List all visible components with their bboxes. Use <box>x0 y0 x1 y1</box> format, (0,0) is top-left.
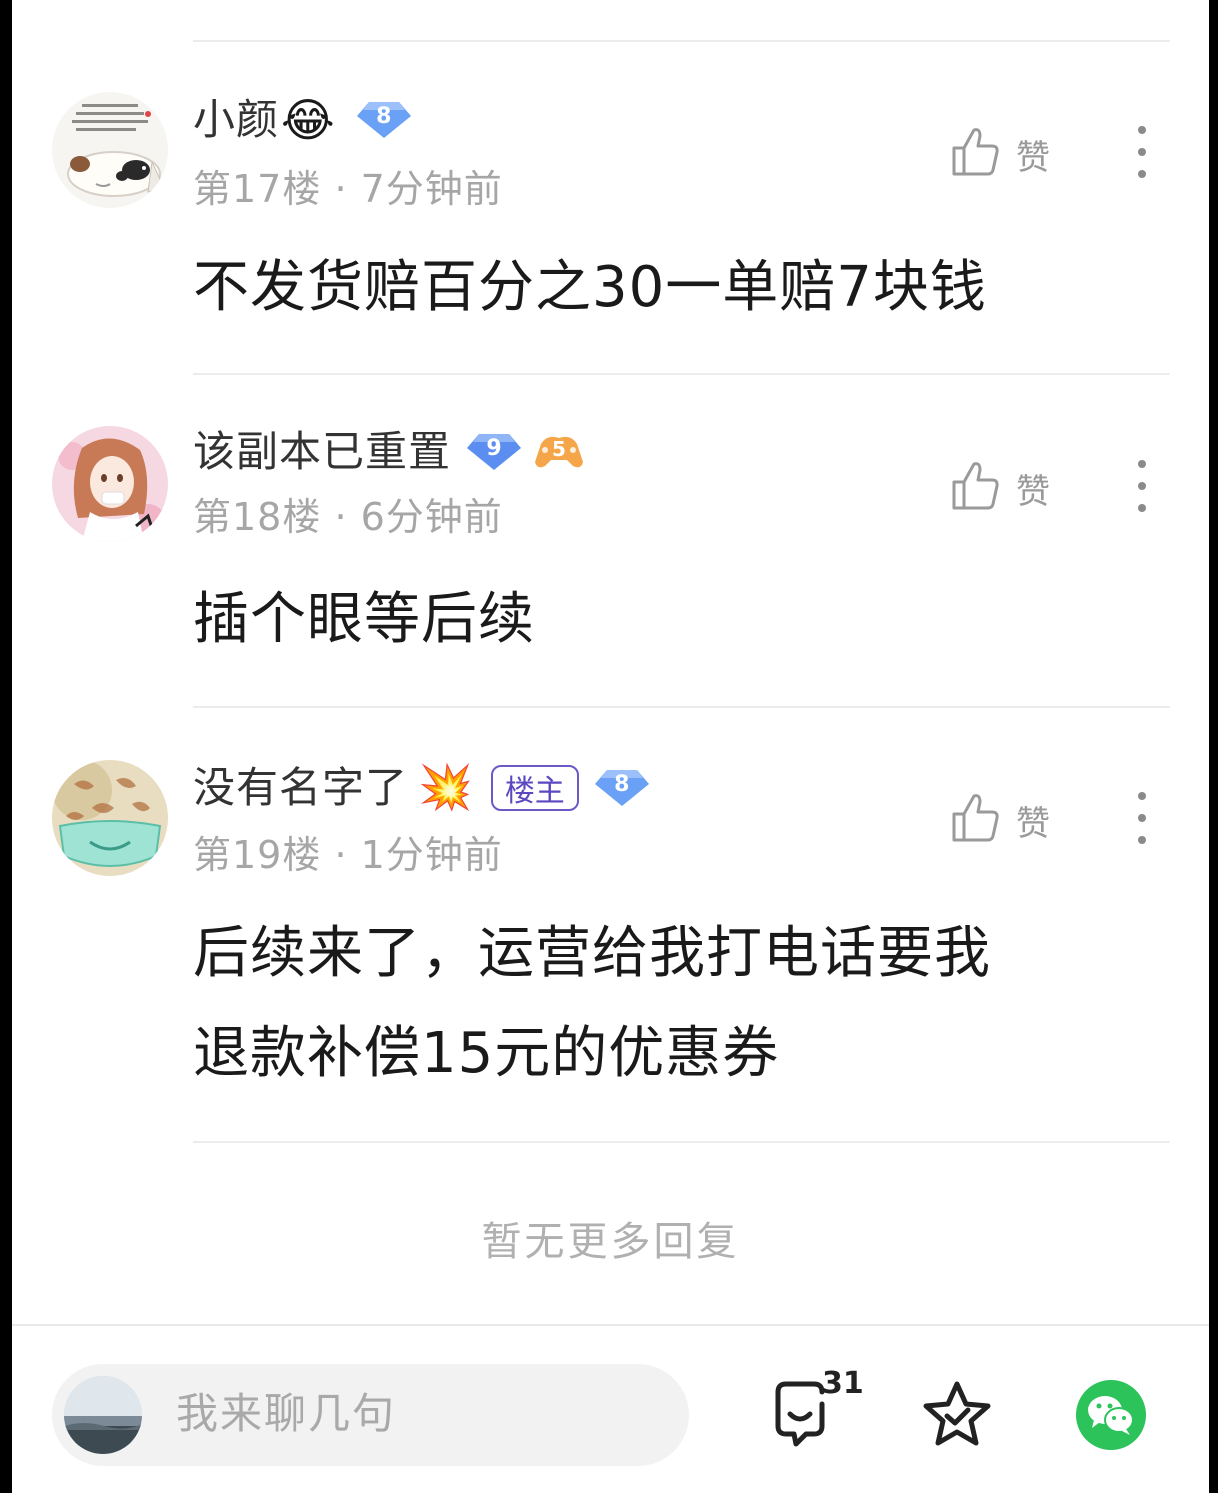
timestamp: 1分钟前 <box>360 833 503 877</box>
comment-line: 插个眼等后续 <box>193 587 535 652</box>
name-row: 小颜 😂 8 <box>193 90 413 150</box>
more-options-button[interactable] <box>1130 788 1154 848</box>
more-options-button[interactable] <box>1130 456 1154 516</box>
level-number: 9 <box>486 436 502 461</box>
comment-line: 不发货赔百分之30一单赔7块钱 <box>193 255 987 320</box>
dot-icon <box>1138 482 1146 490</box>
collision-emoji: 💥 <box>418 762 473 813</box>
dot-icon <box>1138 460 1146 468</box>
comment-content: 插个眼等后续 <box>193 570 535 670</box>
like-label: 赞 <box>1016 471 1050 512</box>
comment-line: 后续来了，运营给我打电话要我 <box>193 921 991 986</box>
meta-separator: · <box>334 833 361 877</box>
meta-separator: · <box>334 495 361 539</box>
level-badge: 8 <box>355 100 413 140</box>
meta-separator: · <box>334 167 361 211</box>
meta-line: 第17楼 · 7分钟前 <box>193 164 503 214</box>
owner-badge: 楼主 <box>490 765 579 811</box>
meta-line: 第18楼 · 6分钟前 <box>193 492 503 542</box>
like-button[interactable]: 赞 <box>950 790 1050 850</box>
dot-icon <box>1138 170 1146 178</box>
comment-screen: 小颜 😂 8 第17楼 · 7分钟前 赞 不发货赔百分之30一单赔7块钱 该副本… <box>12 0 1209 1493</box>
meta-line: 第19楼 · 1分钟前 <box>193 830 503 880</box>
timestamp: 6分钟前 <box>360 495 503 539</box>
like-label: 赞 <box>1016 137 1050 178</box>
gamepad-badge-number: 5 <box>552 437 566 461</box>
floor-number: 第19楼 <box>193 833 322 877</box>
divider <box>193 1141 1170 1143</box>
laughing-emoji: 😂 <box>281 93 335 147</box>
username[interactable]: 该副本已重置 <box>193 422 451 482</box>
dot-icon <box>1138 504 1146 512</box>
thumbs-up-icon <box>950 460 1000 516</box>
thumbs-up-icon <box>950 792 1000 848</box>
avatar[interactable] <box>52 92 168 208</box>
username[interactable]: 没有名字了 <box>193 758 408 818</box>
comment-input[interactable]: 我来聊几句 <box>52 1364 689 1466</box>
avatar[interactable] <box>52 426 168 542</box>
user-avatar <box>64 1376 142 1454</box>
username[interactable]: 小颜 <box>193 90 279 150</box>
bottom-bar: 我来聊几句 31 <box>12 1324 1209 1493</box>
dot-icon <box>1138 836 1146 844</box>
wechat-share-button[interactable] <box>1076 1380 1146 1454</box>
more-options-button[interactable] <box>1130 122 1154 182</box>
name-row: 该副本已重置 9 5 <box>193 422 585 482</box>
comment-bubble-icon <box>768 1381 840 1454</box>
comment-content: 后续来了，运营给我打电话要我 退款补偿15元的优惠券 <box>193 904 991 1104</box>
no-more-replies: 暂无更多回复 <box>481 1219 740 1265</box>
level-number: 8 <box>614 772 630 797</box>
floor-number: 第17楼 <box>193 167 322 211</box>
divider <box>193 40 1170 42</box>
comment-line: 退款补偿15元的优惠券 <box>193 1021 780 1086</box>
divider <box>193 373 1170 375</box>
like-label: 赞 <box>1016 803 1050 844</box>
input-placeholder: 我来聊几句 <box>176 1389 397 1438</box>
name-row: 没有名字了 💥 楼主 8 <box>193 758 651 818</box>
comment-content: 不发货赔百分之30一单赔7块钱 <box>193 238 987 338</box>
dot-icon <box>1138 814 1146 822</box>
level-number: 8 <box>376 104 392 129</box>
gamepad-badge: 5 <box>533 432 585 472</box>
thumbs-up-icon <box>950 126 1000 182</box>
dot-icon <box>1138 126 1146 134</box>
divider <box>193 706 1170 708</box>
star-icon <box>920 1381 994 1454</box>
avatar[interactable] <box>52 760 168 876</box>
comment-count: 31 <box>822 1366 864 1401</box>
like-button[interactable]: 赞 <box>950 124 1050 184</box>
dot-icon <box>1138 148 1146 156</box>
timestamp: 7分钟前 <box>360 167 503 211</box>
floor-number: 第18楼 <box>193 495 322 539</box>
dot-icon <box>1138 792 1146 800</box>
level-badge: 9 <box>465 432 523 472</box>
favorite-button[interactable] <box>920 1378 994 1454</box>
level-badge: 8 <box>593 768 651 808</box>
wechat-icon <box>1076 1380 1146 1454</box>
like-button[interactable]: 赞 <box>950 458 1050 518</box>
